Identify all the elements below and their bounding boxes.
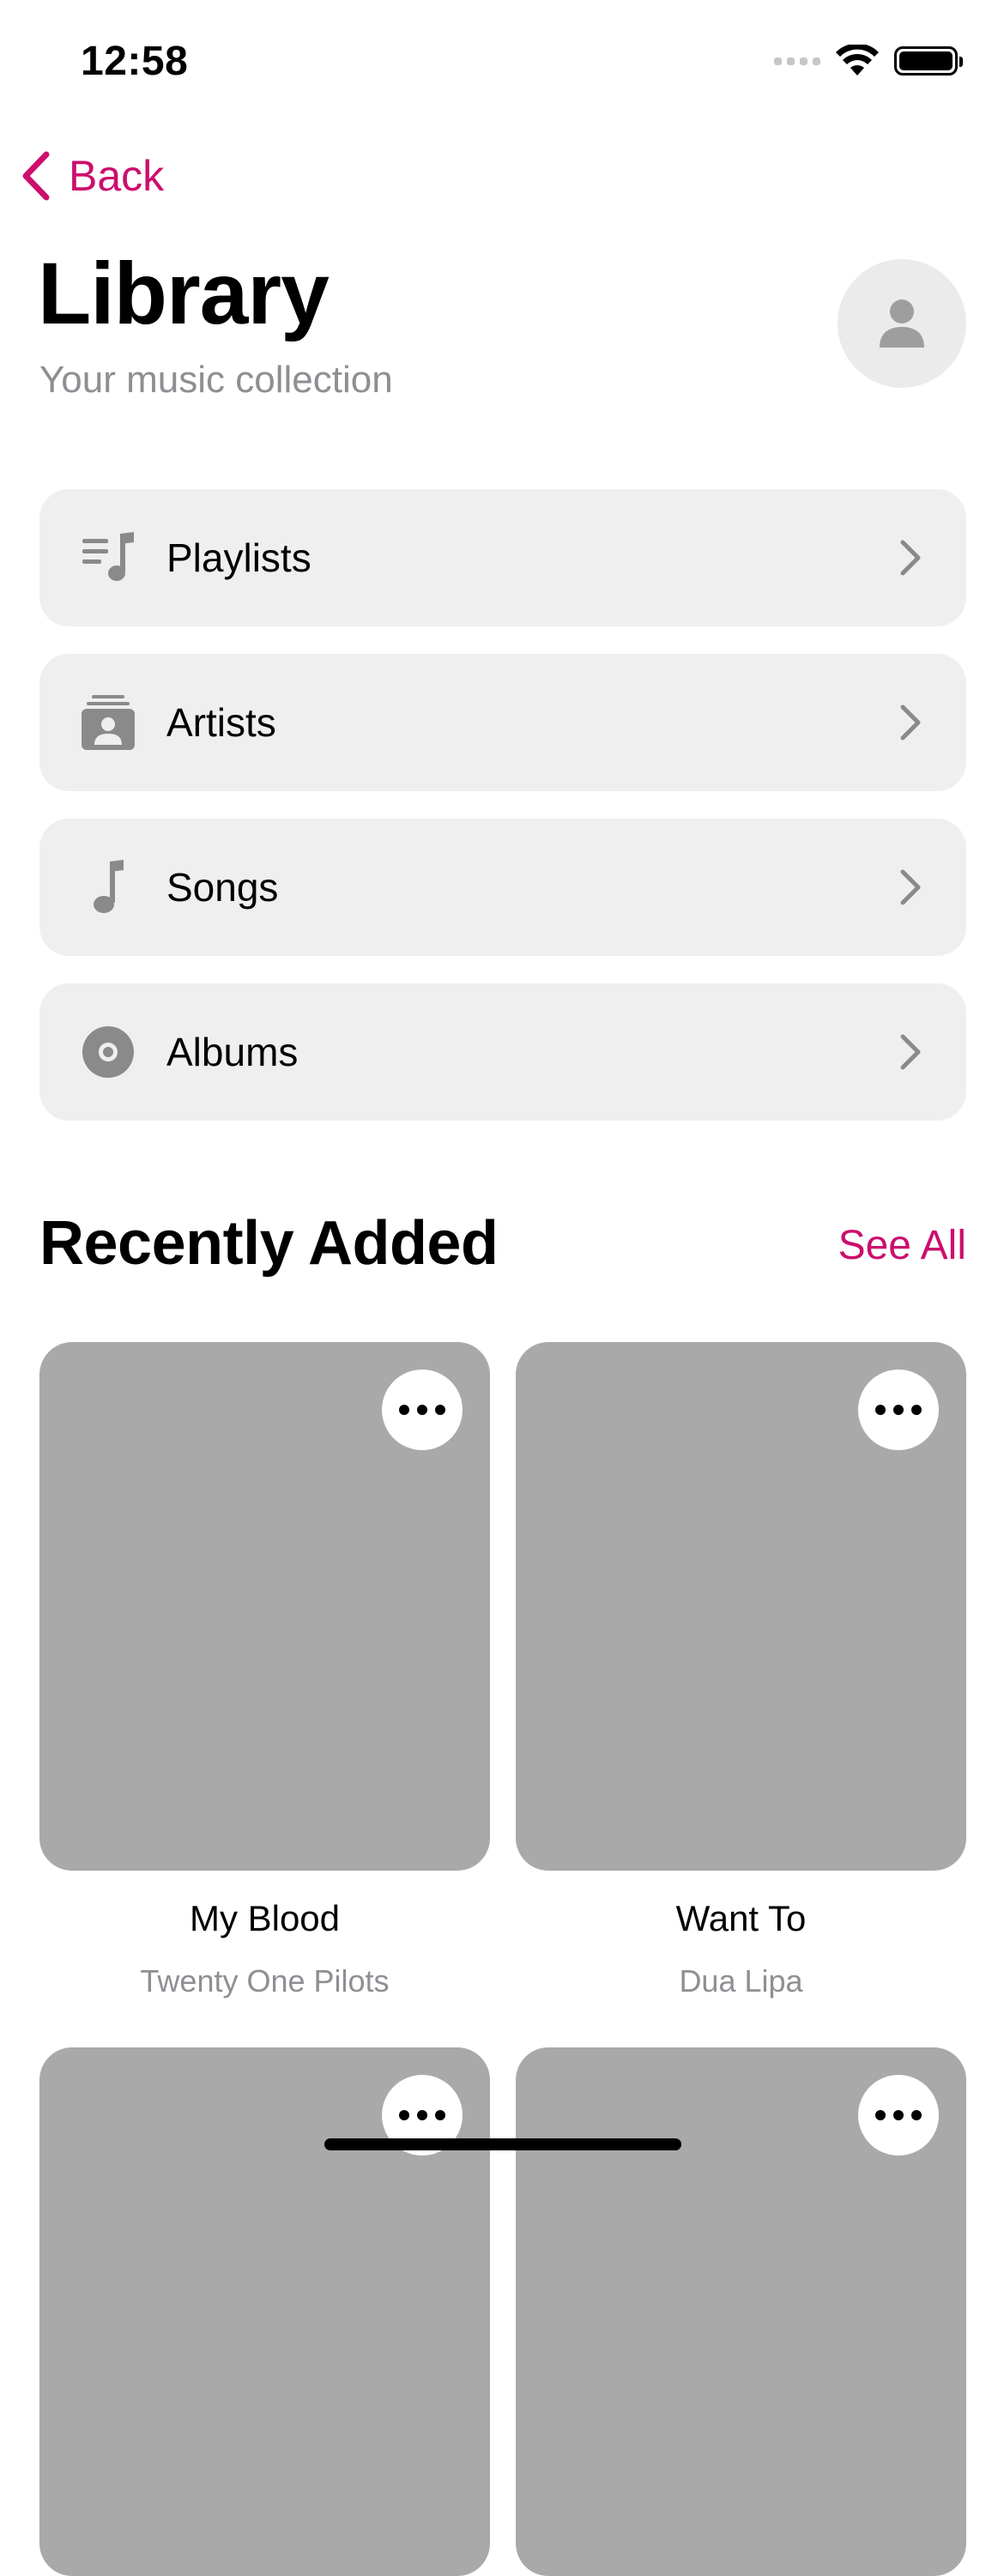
page-title: Library [38,245,330,342]
battery-icon [894,46,963,76]
menu-item-artists[interactable]: Artists [39,654,966,791]
menu-item-label: Playlists [166,535,311,580]
see-all-link[interactable]: See All [838,1222,966,1269]
section-title-recently-added: Recently Added [39,1209,499,1278]
artists-icon [81,695,136,750]
more-options-button[interactable] [858,2075,939,2156]
album-title[interactable]: Want To [516,1898,966,1939]
playlist-icon [81,530,136,585]
menu-item-albums[interactable]: Albums [39,983,966,1121]
home-indicator [324,2138,681,2150]
chevron-right-icon [900,540,921,576]
more-dot [893,1405,904,1415]
more-dot [435,2110,445,2120]
more-dot [875,2110,886,2120]
chevron-right-icon [900,704,921,741]
menu-item-playlists[interactable]: Playlists [39,489,966,626]
more-dot [435,1405,445,1415]
more-dot [911,1405,922,1415]
album-title[interactable]: My Blood [39,1898,490,1939]
chevron-left-icon [22,151,50,201]
menu-item-label: Artists [166,700,276,745]
more-dot [417,2110,427,2120]
chevron-right-icon [900,869,921,905]
more-dot [417,1405,427,1415]
more-options-button[interactable] [858,1370,939,1450]
menu-item-songs[interactable]: Songs [39,819,966,956]
status-time: 12:58 [81,39,189,84]
album-artist: Dua Lipa [679,1963,803,1999]
chevron-right-icon [900,1034,921,1070]
music-note-icon [81,860,136,915]
album-artist: Twenty One Pilots [140,1963,390,1999]
back-label: Back [69,152,165,200]
album-disc-icon [81,1025,136,1079]
menu-item-label: Albums [166,1030,299,1074]
more-options-button[interactable] [382,1370,463,1450]
more-dot [399,1405,409,1415]
back-button[interactable]: Back [21,151,164,201]
more-dot [875,1405,886,1415]
wifi-icon [836,45,879,76]
more-dot [399,2110,409,2120]
page-subtitle: Your music collection [39,359,393,401]
more-dot [911,2110,922,2120]
person-icon [880,299,924,348]
menu-item-label: Songs [166,865,279,910]
profile-avatar-button[interactable] [838,259,966,388]
status-icons [774,45,963,77]
more-dot [893,2110,904,2120]
cellular-signal-icon [774,57,820,65]
